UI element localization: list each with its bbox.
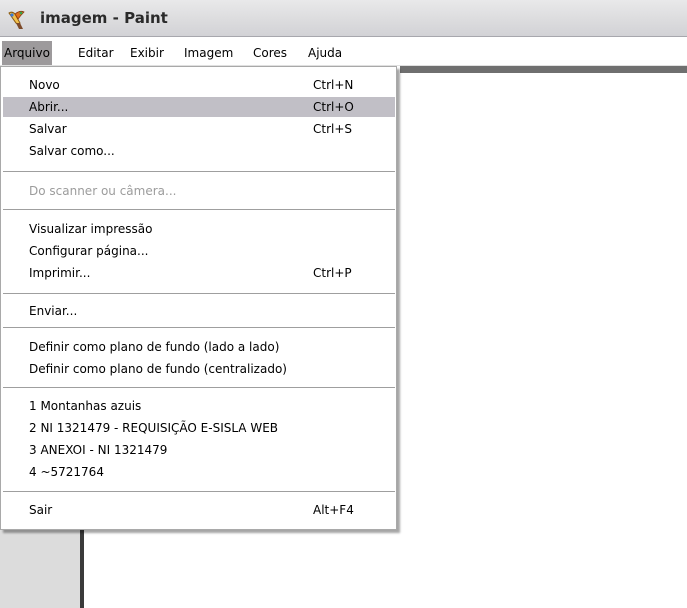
menu-separator [3,171,395,172]
menu-imagem[interactable]: Imagem [184,44,233,62]
file-menu-dropdown: Novo Ctrl+N Abrir... Ctrl+O Salvar Ctrl+… [0,66,397,530]
workspace-top-border [400,66,687,73]
menu-item-recent-1[interactable]: 1 Montanhas azuis [3,396,395,416]
menu-item-plano-fundo-lado[interactable]: Definir como plano de fundo (lado a lado… [3,337,395,357]
menu-cores[interactable]: Cores [253,44,287,62]
menu-item-recent-3[interactable]: 3 ANEXOI - NI 1321479 [3,440,395,460]
menu-separator [3,209,395,210]
menu-item-scanner: Do scanner ou câmera... [29,184,177,198]
menu-item-configurar-pagina[interactable]: Configurar página... [3,241,395,261]
title-bar[interactable]: imagem - Paint [0,0,687,37]
menu-item-sair[interactable]: Sair Alt+F4 [3,500,395,520]
menu-item-salvar[interactable]: Salvar Ctrl+S [3,119,395,139]
menu-exibir[interactable]: Exibir [130,44,164,62]
tool-panel [0,520,80,608]
menu-item-visualizar-impressao[interactable]: Visualizar impressão [3,219,395,239]
menu-editar[interactable]: Editar [78,44,114,62]
menu-separator [3,387,395,388]
paint-brush-icon[interactable] [6,9,28,31]
menu-item-plano-fundo-centro[interactable]: Definir como plano de fundo (centralizad… [3,359,395,379]
menu-item-novo[interactable]: Novo Ctrl+N [3,75,395,95]
menu-item-salvar-como[interactable]: Salvar como... [3,141,395,161]
menu-separator [3,491,395,492]
menu-item-abrir[interactable]: Abrir... Ctrl+O [3,97,395,117]
menu-item-imprimir[interactable]: Imprimir... Ctrl+P [3,263,395,283]
menu-separator [3,293,395,294]
menu-separator [3,327,395,328]
menu-arquivo[interactable]: Arquivo [2,41,52,65]
menu-item-recent-2[interactable]: 2 NI 1321479 - REQUISIÇÃO E-SISLA WEB [3,418,395,438]
menu-item-enviar[interactable]: Enviar... [3,301,395,321]
window-title: imagem - Paint [40,9,168,27]
menu-bar: Arquivo Editar Exibir Imagem Cores Ajuda [0,37,687,66]
menu-ajuda[interactable]: Ajuda [308,44,342,62]
menu-item-recent-4[interactable]: 4 ~5721764 [3,462,395,482]
